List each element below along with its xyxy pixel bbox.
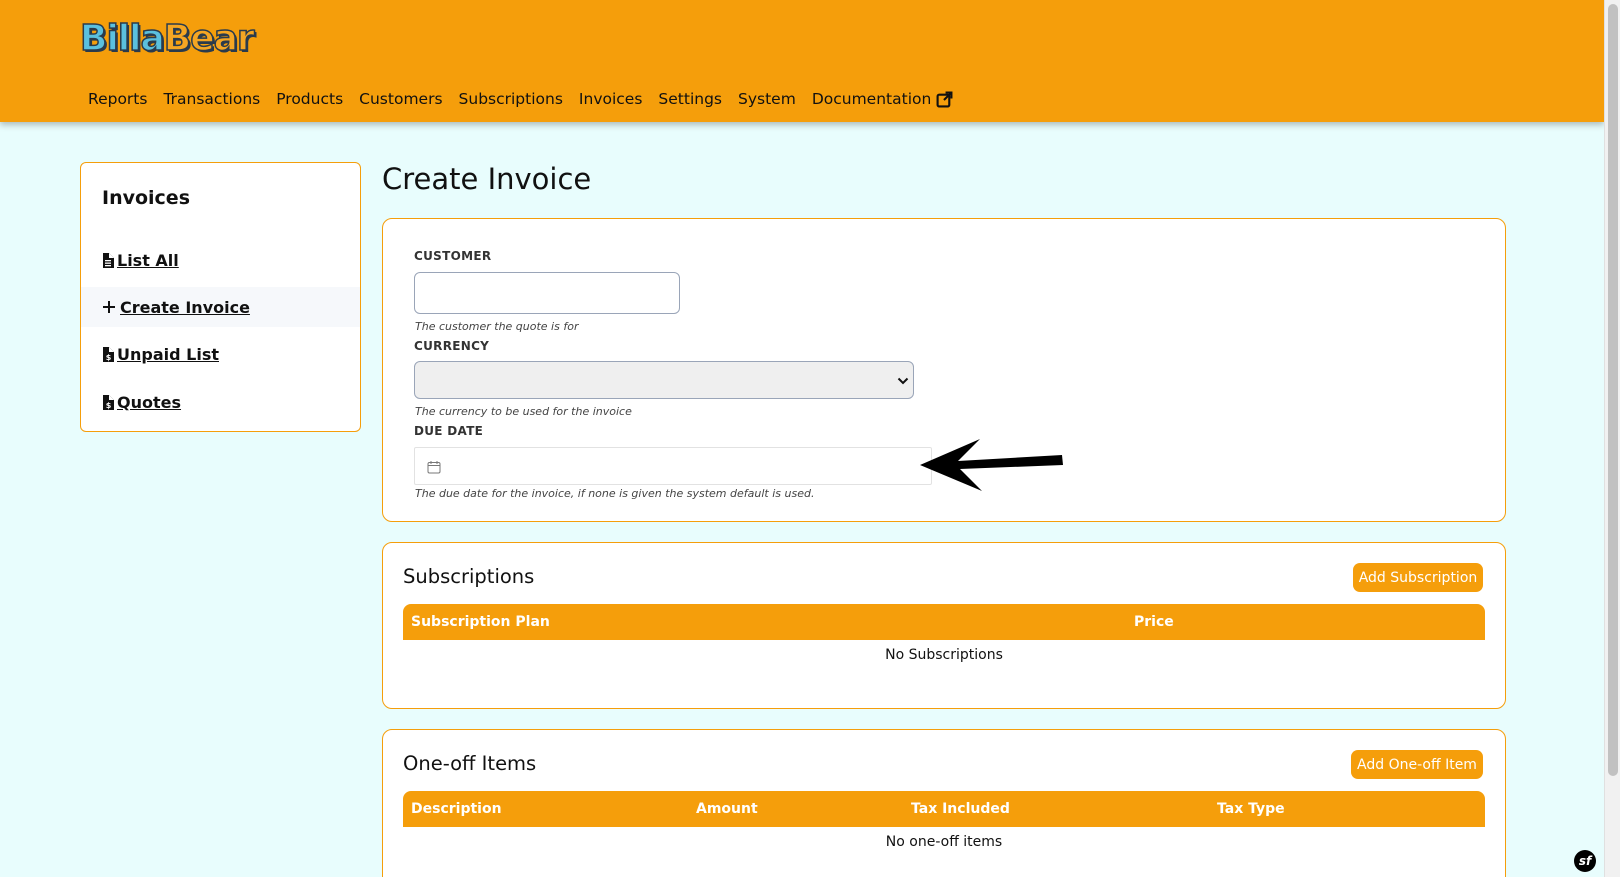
nav-documentation[interactable]: Documentation xyxy=(812,90,954,108)
one-off-items-table-header: Description Amount Tax Included Tax Type xyxy=(403,791,1485,827)
main-nav: Reports Transactions Products Customers … xyxy=(88,90,969,108)
customer-label: CUSTOMER xyxy=(414,249,492,263)
one-off-items-card: One-off Items Add One-off Item Descripti… xyxy=(382,729,1506,877)
column-header-subscription-plan[interactable]: Subscription Plan xyxy=(411,614,550,630)
subscriptions-title: Subscriptions xyxy=(403,565,535,588)
sidebar-item-quotes[interactable]: $ Quotes xyxy=(81,382,360,422)
sidebar-item-create-invoice[interactable]: Create Invoice xyxy=(81,287,360,327)
invoice-details-card: CUSTOMER The customer the quote is for C… xyxy=(382,218,1506,522)
nav-reports[interactable]: Reports xyxy=(88,90,147,108)
nav-customers[interactable]: Customers xyxy=(359,90,442,108)
due-date-help: The due date for the invoice, if none is… xyxy=(415,487,815,500)
subscriptions-table-header: Subscription Plan Price xyxy=(403,604,1485,640)
one-off-items-empty-message: No one-off items xyxy=(885,834,1003,850)
sidebar-title: Invoices xyxy=(102,187,191,209)
subscriptions-card: Subscriptions Add Subscription Subscript… xyxy=(382,542,1506,709)
nav-documentation-label: Documentation xyxy=(811,90,932,108)
due-date-label: DUE DATE xyxy=(414,424,484,438)
column-header-description[interactable]: Description xyxy=(411,801,502,817)
due-date-input[interactable] xyxy=(414,447,932,485)
svg-text:$: $ xyxy=(106,353,112,362)
sidebar-item-label: Unpaid List xyxy=(117,344,219,364)
billabear-logo[interactable]: BillaBear xyxy=(79,17,255,60)
currency-select[interactable] xyxy=(414,361,914,399)
external-link-icon xyxy=(936,91,953,107)
top-header: BillaBear Reports Transactions Products … xyxy=(0,0,1604,122)
file-dollar-icon: $ xyxy=(103,394,114,410)
svg-text:$: $ xyxy=(106,401,112,410)
column-header-amount[interactable]: Amount xyxy=(696,801,758,817)
column-header-tax-included[interactable]: Tax Included xyxy=(911,801,1010,817)
one-off-items-title: One-off Items xyxy=(403,752,537,775)
sidebar-item-list-all[interactable]: List All xyxy=(81,240,360,280)
sidebar-item-unpaid-list[interactable]: $ Unpaid List xyxy=(81,334,360,374)
nav-settings[interactable]: Settings xyxy=(658,90,722,108)
annotation-arrow-icon xyxy=(920,439,1063,491)
scrollbar-thumb[interactable] xyxy=(1608,4,1618,776)
sidebar-item-label: Quotes xyxy=(117,392,182,412)
page-title: Create Invoice xyxy=(382,162,592,196)
chevron-down-icon xyxy=(897,377,909,385)
nav-invoices[interactable]: Invoices xyxy=(579,90,643,108)
sidebar-item-label: List All xyxy=(117,250,179,270)
currency-label: CURRENCY xyxy=(414,339,490,353)
sidebar-item-label: Create Invoice xyxy=(120,297,250,317)
add-subscription-button[interactable]: Add Subscription xyxy=(1353,563,1483,592)
nav-system[interactable]: System xyxy=(738,90,796,108)
column-header-price[interactable]: Price xyxy=(1134,614,1174,630)
symfony-toolbar-badge[interactable]: sf xyxy=(1574,850,1596,872)
customer-help: The customer the quote is for xyxy=(415,320,579,333)
add-one-off-item-button[interactable]: Add One-off Item xyxy=(1351,750,1483,779)
subscriptions-empty-message: No Subscriptions xyxy=(885,647,1003,663)
column-header-tax-type[interactable]: Tax Type xyxy=(1217,801,1285,817)
page-scrollbar[interactable] xyxy=(1604,0,1620,877)
customer-input[interactable] xyxy=(414,272,680,314)
nav-subscriptions[interactable]: Subscriptions xyxy=(459,90,563,108)
currency-help: The currency to be used for the invoice xyxy=(415,405,632,418)
nav-products[interactable]: Products xyxy=(276,90,343,108)
calendar-icon xyxy=(427,461,441,474)
file-dollar-icon: $ xyxy=(103,346,114,362)
plus-icon xyxy=(103,301,115,313)
file-icon xyxy=(103,252,114,268)
sidebar: Invoices List All Create Invoice $ Unpai… xyxy=(80,162,361,432)
nav-transactions[interactable]: Transactions xyxy=(163,90,260,108)
